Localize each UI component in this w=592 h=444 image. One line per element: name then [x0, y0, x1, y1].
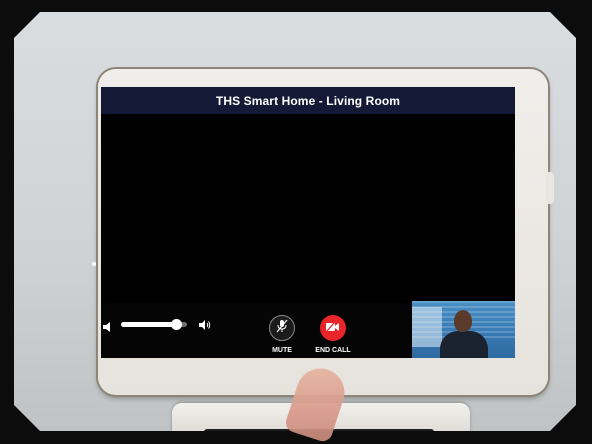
self-view-person-head — [454, 310, 472, 332]
title-bar: THS Smart Home - Living Room — [101, 87, 515, 114]
end-call-label: END CALL — [315, 347, 351, 354]
microphone-muted-icon — [276, 319, 288, 338]
tablet-camera — [92, 262, 96, 266]
tablet-side-button — [546, 172, 554, 204]
video-end-icon — [326, 319, 340, 337]
volume-slider[interactable] — [121, 319, 187, 330]
volume-slider-fill — [121, 322, 177, 327]
end-call-button[interactable] — [320, 315, 346, 341]
self-view-video[interactable] — [412, 301, 515, 358]
video-call-screen: THS Smart Home - Living Room MUTE END CA… — [101, 87, 515, 358]
mute-button[interactable] — [269, 315, 295, 341]
speaker-high-icon[interactable] — [199, 318, 211, 330]
self-view-person-body — [440, 331, 488, 358]
page-title: THS Smart Home - Living Room — [215, 93, 401, 108]
volume-slider-handle[interactable] — [171, 319, 183, 330]
remote-video-area[interactable] — [101, 114, 515, 303]
speaker-low-icon[interactable] — [103, 319, 111, 332]
